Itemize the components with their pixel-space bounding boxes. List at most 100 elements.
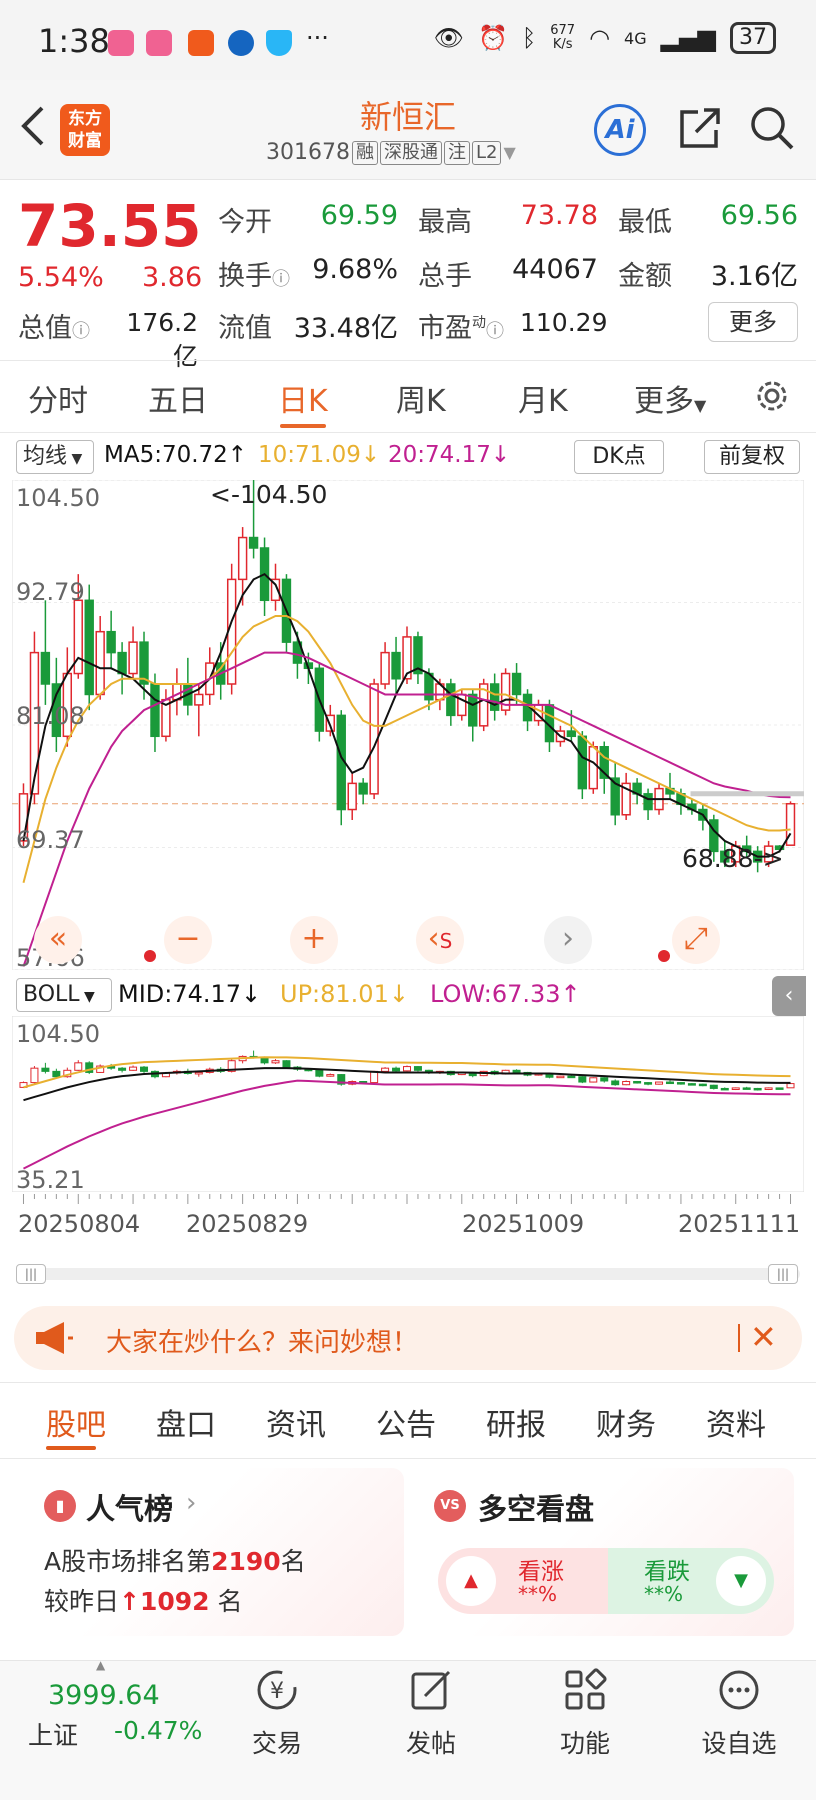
scrollbar-left-handle[interactable]: ||| <box>16 1264 46 1284</box>
prev-candle-button[interactable]: ‹S <box>416 916 464 964</box>
alarm-icon: ⏰ <box>477 24 508 52</box>
boll-candle-body <box>698 1083 707 1087</box>
active-tab-underline <box>280 424 326 428</box>
chevron-up-icon[interactable]: ▲ <box>96 1658 105 1672</box>
ai-ask-banner[interactable]: 大家在炒什么？来问妙想！ ✕ <box>14 1306 802 1370</box>
zoom-out-button[interactable]: − <box>164 916 212 964</box>
scrollbar-right-handle[interactable]: ||| <box>768 1264 798 1284</box>
more-button[interactable]: 更多 <box>708 302 798 342</box>
zoom-in-button[interactable]: + <box>290 916 338 964</box>
boll-candle-body <box>556 1075 565 1079</box>
boll-candle-body <box>687 1083 696 1086</box>
boll-chart[interactable] <box>12 1016 804 1192</box>
header: 东方 财富 新恒汇 301678 融 深股通 注 L2 ▼ Ai <box>0 80 816 180</box>
dk-point-button[interactable]: DK点 <box>574 440 664 474</box>
nav-functions[interactable]: 功能 <box>530 1668 640 1760</box>
tab-financials[interactable]: 财务 <box>596 1400 656 1444</box>
boll-candle-body <box>129 1066 138 1071</box>
next-candle-button[interactable]: › <box>544 916 592 964</box>
nav-add-watchlist[interactable]: 设自选 <box>684 1668 794 1760</box>
edit-icon <box>409 1668 453 1712</box>
nav-trade[interactable]: ¥ 交易 <box>222 1668 332 1760</box>
ai-button[interactable]: Ai <box>594 104 646 156</box>
candle-body <box>468 693 478 727</box>
ma5-value: MA5:70.72↑ <box>104 442 248 468</box>
candle-body <box>489 683 500 711</box>
index-name[interactable]: 上证 <box>28 1716 78 1752</box>
candle-body <box>446 683 456 717</box>
rank-line: A股市场排名第2190名 <box>44 1547 306 1576</box>
tab-profile[interactable]: 资料 <box>706 1400 766 1444</box>
collapse-indicator-button[interactable]: ‹ <box>772 976 806 1016</box>
candle-body <box>194 693 204 706</box>
boll-candle-body <box>578 1076 587 1083</box>
ma-selector[interactable]: 均线 ▼ <box>16 440 94 474</box>
info-icon[interactable]: ⓘ <box>72 321 90 342</box>
boll-candle-body <box>194 1071 203 1075</box>
bear-button[interactable]: 看跌 **% ▼ <box>608 1548 774 1614</box>
float-label: 流值 <box>218 313 272 344</box>
boll-candle-body <box>655 1081 664 1085</box>
candlestick-chart[interactable] <box>12 480 804 970</box>
indicator-selector[interactable]: BOLL ▼ <box>16 978 112 1012</box>
nav-post[interactable]: 发帖 <box>376 1668 486 1760</box>
y-tick-label: 104.50 <box>16 484 100 512</box>
fullscreen-button[interactable]: ⤢ <box>672 916 720 964</box>
current-price: 73.55 <box>18 192 202 260</box>
bull-bear-card[interactable]: VS 多空看盘 ▲ 看涨 **% 看跌 **% ▼ <box>416 1468 794 1636</box>
boll-candle-body <box>764 1087 773 1091</box>
info-icon[interactable]: ⓘ <box>486 321 504 342</box>
tab-pankou[interactable]: 盘口 <box>156 1400 216 1444</box>
tab-news[interactable]: 资讯 <box>266 1400 326 1444</box>
tab-announcements[interactable]: 公告 <box>376 1400 436 1444</box>
bull-button[interactable]: ▲ 看涨 **% <box>438 1548 608 1614</box>
boll-candle-body <box>74 1062 83 1071</box>
wifi-icon: ◠ <box>589 24 611 52</box>
boll-candle-body <box>720 1087 729 1091</box>
candle-body <box>566 730 577 738</box>
tag-registered: 注 <box>443 140 470 165</box>
scroll-left-button[interactable]: « <box>34 916 82 964</box>
gear-icon[interactable] <box>752 376 792 416</box>
boll-candle-body <box>633 1081 642 1084</box>
tab-research[interactable]: 研报 <box>486 1400 546 1444</box>
index-value[interactable]: 3999.64 <box>48 1680 160 1711</box>
boll-candle-body <box>753 1087 762 1091</box>
net-speed: 677 K/s <box>550 23 576 52</box>
pe-label: 市盈动ⓘ <box>418 313 504 344</box>
close-icon[interactable]: ✕ <box>750 1318 777 1356</box>
candle-body <box>577 735 588 790</box>
index-change[interactable]: -0.47% <box>114 1716 202 1745</box>
boll-mid-value: MID:74.17↓ <box>118 980 262 1008</box>
info-icon[interactable]: ⓘ <box>272 269 290 290</box>
candle-body <box>128 641 138 675</box>
divider <box>0 432 816 433</box>
search-icon[interactable] <box>748 104 798 154</box>
popularity-card[interactable]: ▮ 人气榜 › A股市场排名第2190名 较昨日↑1092 名 <box>26 1468 404 1636</box>
tab-guba[interactable]: 股吧 <box>46 1400 106 1444</box>
tab-intraday[interactable]: 分时 <box>28 376 88 420</box>
high-value: 73.78 <box>520 200 598 231</box>
tab-daily-k[interactable]: 日K <box>278 376 328 420</box>
y-tick-label: 92.79 <box>16 578 85 606</box>
status-time: 1:38 <box>38 22 110 60</box>
tab-more[interactable]: 更多▼ <box>634 376 706 420</box>
battery-indicator: 37 <box>730 22 776 54</box>
adjust-button[interactable]: 前复权 <box>704 440 800 474</box>
tab-weekly-k[interactable]: 周K <box>396 376 446 420</box>
megaphone-icon <box>34 1320 84 1356</box>
share-icon[interactable] <box>676 104 726 154</box>
boll-candle-body <box>676 1082 685 1085</box>
chevron-down-icon[interactable]: ▼ <box>503 143 515 162</box>
chart-scrollbar[interactable] <box>16 1268 800 1280</box>
boll-y-tick-label: 104.50 <box>16 1020 100 1048</box>
eye-icon: 👁 <box>433 24 464 52</box>
more-notifications-icon: ··· <box>306 24 329 52</box>
boll-candle-body <box>140 1066 149 1072</box>
candle-body <box>150 683 160 738</box>
tab-monthly-k[interactable]: 月K <box>518 376 568 420</box>
candle-body <box>391 651 401 680</box>
tab-five-day[interactable]: 五日 <box>148 376 208 420</box>
signal-dot <box>658 950 670 962</box>
candle-body <box>139 641 149 685</box>
